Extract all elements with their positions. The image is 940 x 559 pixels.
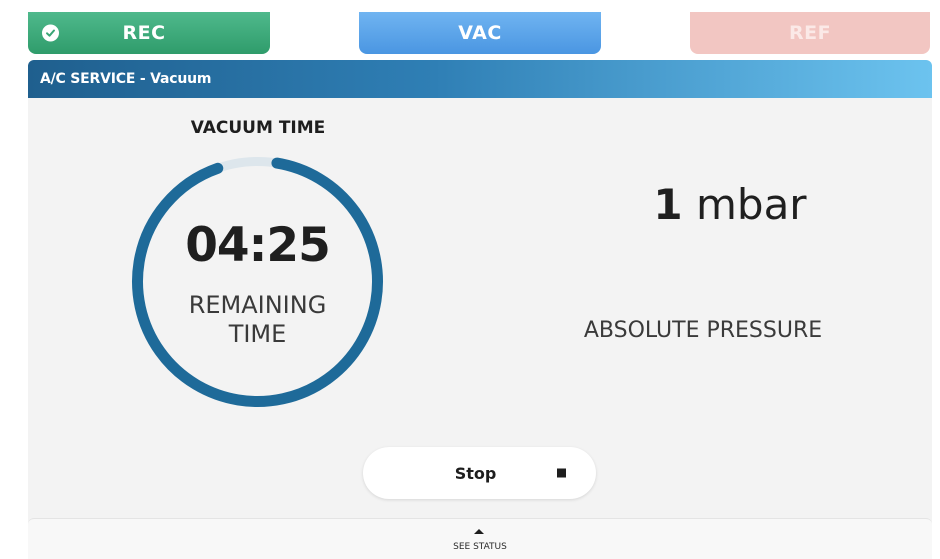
tab-ref[interactable]: REF (690, 12, 930, 54)
page-title: A/C SERVICE - Vacuum (40, 71, 212, 87)
pressure-value: 1 (653, 180, 683, 229)
caret-up-icon (474, 529, 484, 534)
remaining-label-line1: REMAINING (188, 291, 327, 319)
stop-button[interactable]: Stop (363, 447, 596, 499)
absolute-pressure-label: ABSOLUTE PRESSURE (583, 318, 823, 343)
remaining-time-value: 04:25 (185, 218, 331, 273)
remaining-time-label: REMAINING TIME (129, 291, 386, 349)
pressure-readout: 1 mbar (560, 180, 900, 229)
stop-button-label: Stop (454, 463, 497, 483)
tab-ref-label: REF (788, 22, 832, 44)
tab-rec-label: REC (122, 22, 166, 44)
see-status-drawer[interactable]: SEE STATUS (28, 518, 932, 559)
vacuum-progress-ring (132, 156, 383, 407)
tab-vac[interactable]: VAC (359, 12, 601, 54)
tab-rec[interactable]: REC (28, 12, 270, 54)
remaining-label-line2: TIME (228, 320, 287, 348)
vacuum-time-title: VACUUM TIME (190, 118, 326, 138)
ring-progress (132, 156, 383, 407)
service-header: A/C SERVICE - Vacuum (28, 60, 932, 98)
pressure-unit: mbar (696, 180, 807, 229)
tab-vac-label: VAC (458, 22, 502, 44)
check-icon (42, 24, 59, 42)
stop-icon (557, 468, 566, 478)
ac-service-screen: REC VAC REF A/C SERVICE - Vacuum VACUUM … (0, 0, 940, 559)
see-status-label: SEE STATUS (453, 542, 507, 552)
